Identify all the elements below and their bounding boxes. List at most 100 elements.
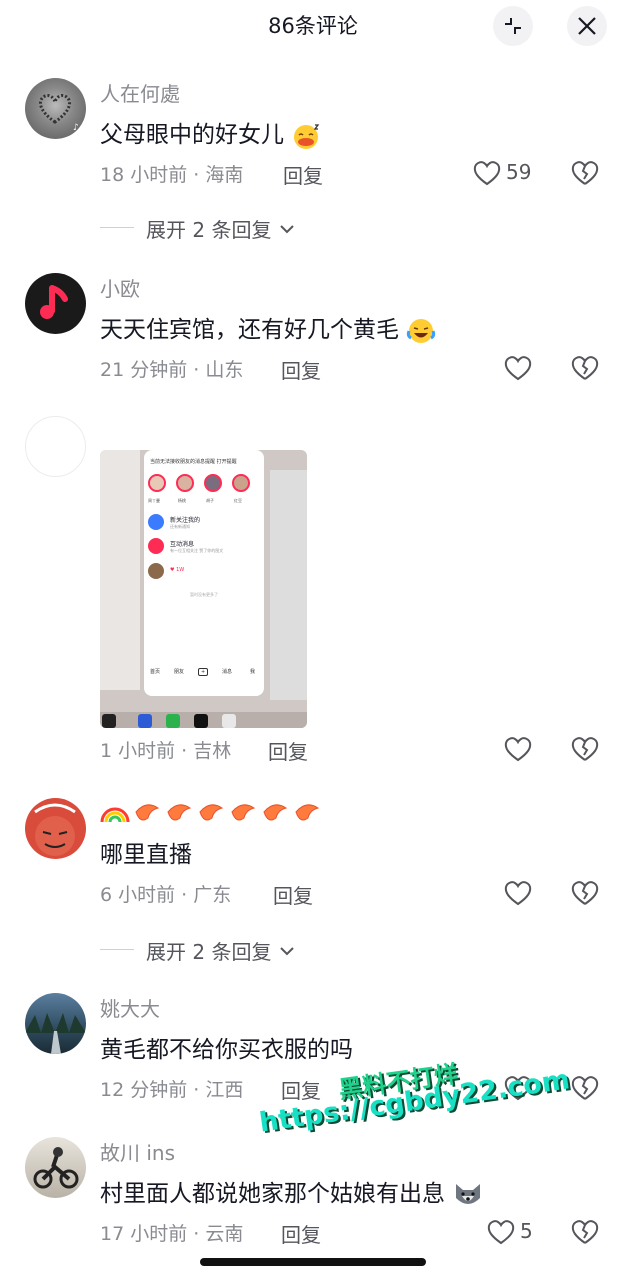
cartoon-face-icon <box>34 803 76 856</box>
expand-replies-label: 展开 2 条回复 <box>146 940 272 964</box>
username[interactable]: 姚大大 <box>100 993 160 1022</box>
broken-heart-icon <box>571 356 599 380</box>
qq-icon <box>222 714 236 728</box>
avatar[interactable] <box>25 1137 86 1198</box>
tiktok-icon <box>194 714 208 728</box>
comment-time-location: 6 小时前 · 广东 <box>100 884 232 906</box>
dislike-button[interactable] <box>570 1073 600 1103</box>
avatar[interactable] <box>25 416 86 477</box>
comment-text: 村里面人都说她家那个姑娘有出息 <box>100 1174 484 1210</box>
expand-replies-label: 展开 2 条回复 <box>146 218 272 242</box>
expand-replies-button[interactable]: 展开 2 条回复 <box>100 214 360 244</box>
interactions-label: 互动消息 <box>170 541 195 548</box>
comment-text-content: 村里面人都说她家那个姑娘有出息 <box>100 1181 445 1207</box>
username-emoji[interactable] <box>100 798 324 833</box>
wechat-icon <box>166 714 180 728</box>
comment-text: 天天住宾馆，还有好几个黄毛 <box>100 310 436 346</box>
heart-outline-icon <box>487 1220 515 1245</box>
app-tabbar: 首页 朋友 + 消息 我 <box>144 668 264 680</box>
collapse-button[interactable] <box>493 6 533 46</box>
story-name: 杨桃 <box>178 498 186 503</box>
stories-row <box>148 474 260 496</box>
comment-image[interactable]: 当前无法接收朋友的消息提醒 打开提醒 周丫曼 杨桃 胡子 红豆 新关注我的 还有… <box>100 450 307 728</box>
music-note-icon <box>40 285 68 319</box>
broken-heart-icon <box>571 737 599 761</box>
comment-time-location: 1 小时前 · 吉林 <box>100 740 232 762</box>
comment-text: 父母眼中的好女儿 <box>100 115 321 151</box>
notification-banner: 当前无法接收朋友的消息提醒 打开提醒 <box>150 459 237 465</box>
bg-app-card <box>100 450 140 690</box>
avatar[interactable] <box>25 798 86 859</box>
comment-time-location: 12 分钟前 · 江西 <box>100 1079 244 1101</box>
username[interactable]: 故川 ins <box>100 1137 175 1166</box>
dislike-button[interactable] <box>570 353 600 383</box>
dislike-button[interactable] <box>570 158 600 188</box>
comment-text-content: 天天住宾馆，还有好几个黄毛 <box>100 317 399 343</box>
like-count: 59 <box>506 160 532 184</box>
reply-button[interactable]: 回复 <box>268 736 308 765</box>
chevron-down-icon <box>280 225 294 234</box>
divider <box>100 949 134 950</box>
bg-app-card <box>270 470 307 700</box>
tab-messages: 消息 <box>222 669 233 675</box>
friend-avatar <box>148 563 164 579</box>
comment-time-location: 17 小时前 · 云南 <box>100 1223 244 1245</box>
heart-outline-icon <box>473 161 501 186</box>
heart-outline-icon <box>504 356 532 381</box>
tab-me: 我 <box>250 669 256 675</box>
comment-time-location: 21 分钟前 · 山东 <box>100 359 244 381</box>
reply-button[interactable]: 回复 <box>273 880 313 909</box>
avatar[interactable] <box>25 993 86 1054</box>
story-avatar <box>232 474 250 492</box>
like-button[interactable]: 5 <box>486 1217 576 1249</box>
comment-time-location: 18 小时前 · 海南 <box>100 164 244 186</box>
like-button[interactable]: 59 <box>472 158 562 190</box>
like-stat: ♥ 1W <box>170 567 185 573</box>
interaction-icon <box>148 538 164 554</box>
tab-create: + <box>198 668 209 676</box>
app-icon <box>138 714 152 728</box>
heart-outline-icon <box>504 881 532 906</box>
story-name: 红豆 <box>234 498 242 503</box>
broken-heart-icon <box>571 161 599 185</box>
story-name: 胡子 <box>206 498 214 503</box>
wolf-face-icon <box>456 1183 481 1204</box>
home-indicator[interactable] <box>200 1258 426 1266</box>
new-followers-label: 新关注我的 <box>170 517 201 524</box>
story-avatar <box>176 474 194 492</box>
dislike-button[interactable] <box>570 734 600 764</box>
broken-heart-icon <box>571 1220 599 1244</box>
sleepy-face-icon <box>294 123 320 149</box>
like-stat-value: 1W <box>176 567 185 573</box>
dock <box>100 712 307 728</box>
app-preview: 当前无法接收朋友的消息提醒 打开提醒 周丫曼 杨桃 胡子 红豆 新关注我的 还有… <box>144 450 264 696</box>
tab-friends: 朋友 <box>174 669 185 675</box>
comments-header: 86条评论 <box>0 0 626 52</box>
laughing-crying-face-icon <box>407 318 436 343</box>
svg-text:♪: ♪ <box>73 123 79 133</box>
road-landscape-icon <box>25 1013 86 1054</box>
username[interactable]: 人在何處 <box>100 78 180 107</box>
collapse-icon <box>505 18 521 34</box>
dislike-button[interactable] <box>570 878 600 908</box>
story-avatar <box>204 474 222 492</box>
comment-text: 哪里直播 <box>100 842 192 868</box>
expand-replies-button[interactable]: 展开 2 条回复 <box>100 936 360 966</box>
reply-button[interactable]: 回复 <box>281 1219 321 1248</box>
reply-button[interactable]: 回复 <box>281 355 321 384</box>
tab-home: 首页 <box>150 669 161 675</box>
rainbow-shrimp-icon <box>100 804 320 823</box>
dislike-button[interactable] <box>570 1217 600 1247</box>
reply-button[interactable]: 回复 <box>283 160 323 189</box>
avatar[interactable]: ♪ <box>25 78 86 139</box>
motorcycle-rider-icon <box>33 1147 79 1189</box>
new-followers-sub: 还有新通知 <box>170 524 190 529</box>
close-button[interactable] <box>567 6 607 46</box>
heart-outline-icon <box>504 737 532 762</box>
heart-crowd-icon: ♪ <box>38 94 79 133</box>
broken-heart-icon <box>571 881 599 905</box>
avatar[interactable] <box>25 273 86 334</box>
close-icon <box>578 17 596 35</box>
broken-heart-icon <box>571 1076 599 1100</box>
username[interactable]: 小欧 <box>100 273 140 302</box>
